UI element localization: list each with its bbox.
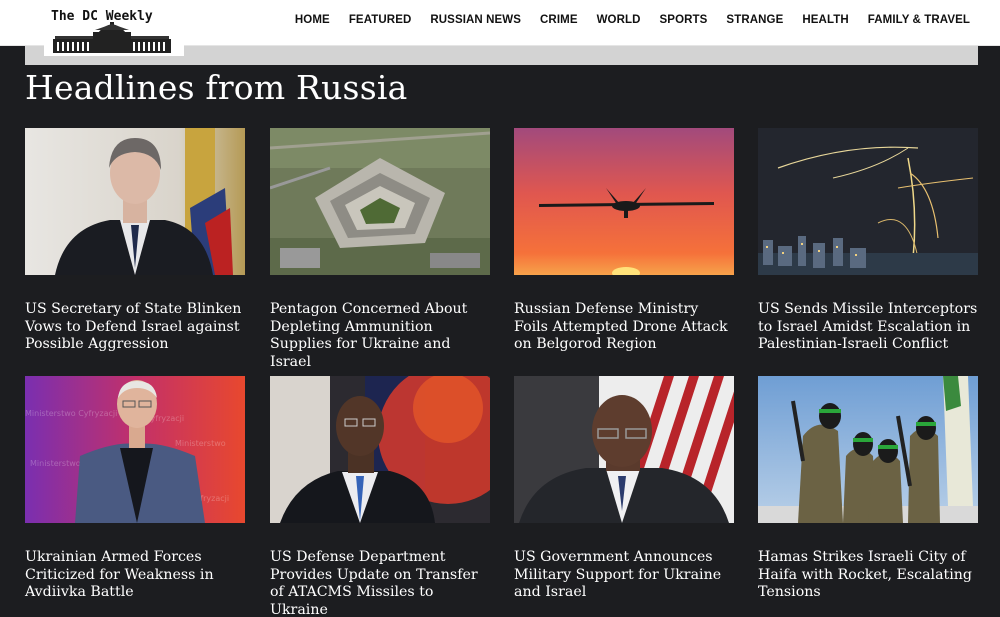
article-image-armed-fighters-icon[interactable] <box>758 376 978 523</box>
article-card[interactable]: US Defense Department Provides Update on… <box>270 376 490 617</box>
nav-item-family-travel[interactable]: FAMILY & TRAVEL <box>868 14 970 26</box>
article-image-missiles-icon[interactable] <box>758 128 978 275</box>
nav-item-sports[interactable]: SPORTS <box>660 14 708 26</box>
page-title: Headlines from Russia <box>25 68 408 107</box>
article-headline[interactable]: Pentagon Concerned About Depleting Ammun… <box>270 301 490 371</box>
article-image-pentagon-icon[interactable] <box>270 128 490 275</box>
article-card[interactable]: Hamas Strikes Israeli City of Haifa with… <box>758 376 978 602</box>
article-headline[interactable]: US Defense Department Provides Update on… <box>270 549 490 617</box>
article-card[interactable]: US Sends Missile Interceptors to Israel … <box>758 128 978 354</box>
nav-item-crime[interactable]: CRIME <box>540 14 578 26</box>
svg-text:Ministerstwo: Ministerstwo <box>175 439 226 448</box>
nav-item-world[interactable]: WORLD <box>597 14 641 26</box>
article-image-official-speaking-icon[interactable] <box>270 376 490 523</box>
article-image-man-at-conference-icon[interactable]: Ministerstwo Cyfryzacji Cyfryzacji Minis… <box>25 376 245 523</box>
site-logo[interactable]: The DC Weekly <box>44 2 184 56</box>
article-headline[interactable]: US Government Announces Military Support… <box>514 549 734 602</box>
article-headline[interactable]: Ukrainian Armed Forces Criticized for We… <box>25 549 245 602</box>
article-headline[interactable]: US Sends Missile Interceptors to Israel … <box>758 301 978 354</box>
article-card[interactable]: Ministerstwo Cyfryzacji Cyfryzacji Minis… <box>25 376 245 602</box>
main-navigation: HOME FEATURED RUSSIAN NEWS CRIME WORLD S… <box>276 14 970 26</box>
svg-text:Ministerstwo: Ministerstwo <box>30 459 81 468</box>
article-card[interactable]: US Secretary of State Blinken Vows to De… <box>25 128 245 354</box>
article-image-man-in-suit-icon[interactable] <box>25 128 245 275</box>
nav-item-health[interactable]: HEALTH <box>802 14 848 26</box>
article-headline[interactable]: US Secretary of State Blinken Vows to De… <box>25 301 245 354</box>
nav-item-strange[interactable]: STRANGE <box>726 14 783 26</box>
article-card[interactable]: US Government Announces Military Support… <box>514 376 734 602</box>
nav-item-featured[interactable]: FEATURED <box>349 14 412 26</box>
article-card[interactable]: Russian Defense Ministry Foils Attempted… <box>514 128 734 354</box>
capitol-building-icon <box>53 22 171 53</box>
nav-item-russian-news[interactable]: RUSSIAN NEWS <box>430 14 521 26</box>
article-headline[interactable]: Russian Defense Ministry Foils Attempted… <box>514 301 734 354</box>
article-card[interactable]: Pentagon Concerned About Depleting Ammun… <box>270 128 490 371</box>
svg-text:Ministerstwo Cyfryzacji: Ministerstwo Cyfryzacji <box>25 409 117 418</box>
nav-item-home[interactable]: HOME <box>295 14 330 26</box>
article-headline[interactable]: Hamas Strikes Israeli City of Haifa with… <box>758 549 978 602</box>
article-image-drone-icon[interactable] <box>514 128 734 275</box>
article-image-official-with-flag-icon[interactable] <box>514 376 734 523</box>
